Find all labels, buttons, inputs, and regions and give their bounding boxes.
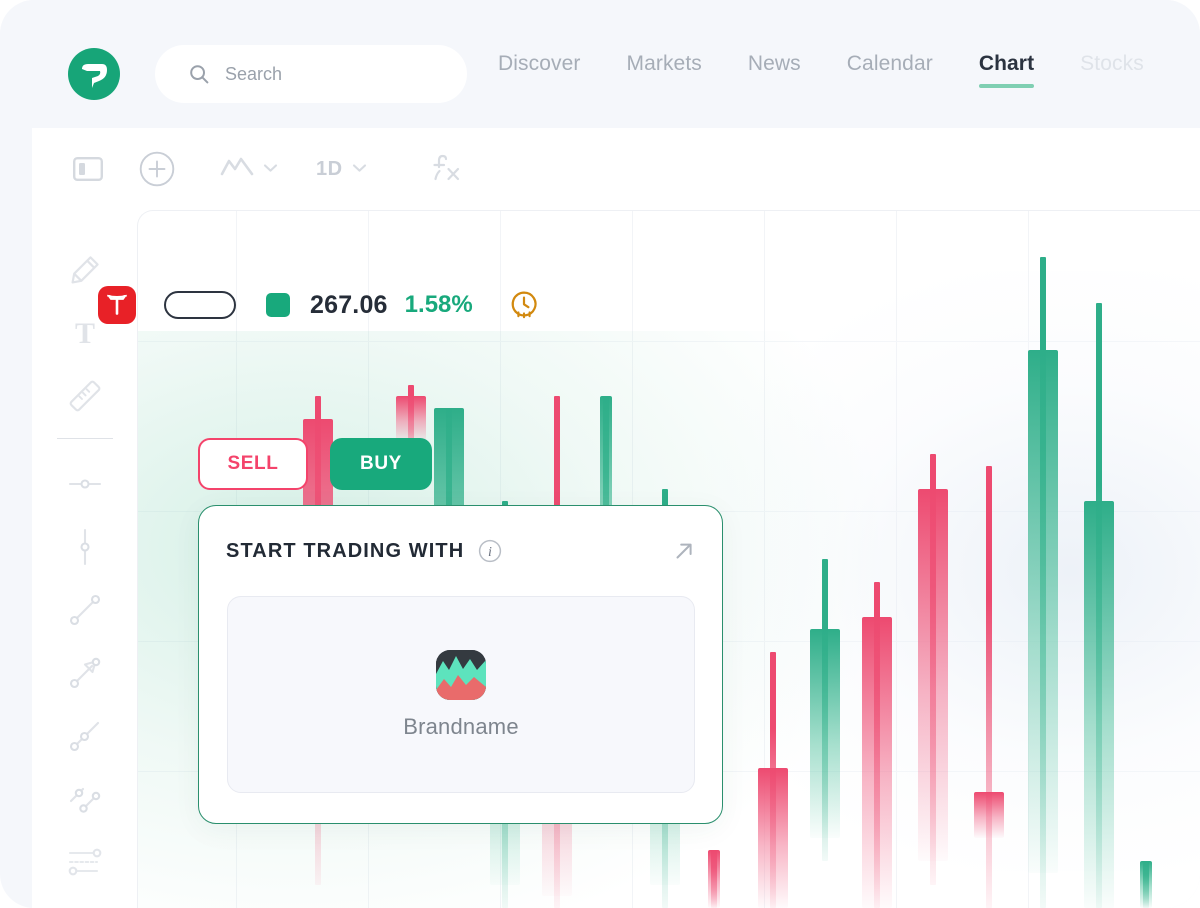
candlestick [1140, 211, 1152, 908]
tesla-logo-icon[interactable] [98, 286, 136, 324]
svg-text:i: i [488, 545, 492, 560]
search-bar[interactable] [155, 45, 467, 103]
candle-body [1084, 500, 1114, 908]
parallel-channel-icon[interactable] [53, 767, 117, 830]
brandname-app-icon [436, 649, 486, 700]
mountain-chart-icon [220, 156, 254, 183]
tool-divider [57, 438, 113, 439]
vertical-line-icon[interactable] [53, 515, 117, 578]
external-link-arrow-icon[interactable] [672, 539, 696, 563]
start-trading-modal: START TRADING WITH i Brandname [198, 505, 723, 824]
candle-body [396, 396, 426, 443]
search-input[interactable] [225, 63, 445, 85]
candlestick [862, 211, 892, 908]
candle-body [1028, 349, 1058, 874]
horizontal-line-icon[interactable] [53, 452, 117, 515]
symbol-pill[interactable] [164, 291, 236, 319]
brand-logo-icon[interactable] [68, 48, 120, 100]
arrow-line-icon[interactable] [53, 641, 117, 704]
chevron-down-icon [352, 160, 367, 178]
panel-layout-icon[interactable] [66, 147, 110, 191]
candlestick [974, 211, 1004, 908]
search-icon [189, 64, 209, 84]
change-percent: 1.58% [404, 291, 473, 318]
brand-name-label: Brandname [403, 713, 519, 739]
brand-option-card[interactable]: Brandname [227, 596, 695, 793]
ruler-icon[interactable] [53, 364, 117, 427]
trend-line-icon[interactable] [53, 578, 117, 641]
chevron-down-icon [263, 160, 278, 178]
candle-body [974, 791, 1004, 839]
candlestick [1028, 211, 1058, 908]
direction-indicator [266, 293, 290, 317]
nav-item-chart[interactable]: Chart [978, 52, 1035, 92]
candle-wick [986, 465, 992, 908]
candlestick [758, 211, 788, 908]
app-window: Discover Markets News Calendar Chart Sto… [0, 0, 1200, 908]
candle-body [708, 849, 720, 908]
candle-body [1140, 861, 1152, 908]
main-nav: Discover Markets News Calendar Chart Sto… [498, 52, 1144, 92]
svg-text:T: T [75, 317, 95, 349]
sell-button[interactable]: SELL [198, 438, 308, 490]
ticker-header: 267.06 1.58% [98, 286, 538, 324]
candle-body [862, 617, 892, 908]
fx-icon[interactable] [429, 153, 463, 185]
chart-toolbar: 1D [32, 128, 1200, 210]
modal-header: START TRADING WITH i [226, 539, 696, 563]
candle-body [758, 768, 788, 908]
info-icon[interactable]: i [478, 539, 502, 563]
market-clock-icon[interactable] [510, 290, 538, 320]
buy-button[interactable]: BUY [330, 438, 432, 490]
sliders-icon[interactable] [53, 830, 117, 893]
nav-item-discover[interactable]: Discover [498, 52, 580, 92]
nav-item-calendar[interactable]: Calendar [847, 52, 933, 92]
ray-line-icon[interactable] [53, 704, 117, 767]
candle-body [810, 628, 840, 839]
nav-item-stocks[interactable]: Stocks [1080, 52, 1144, 92]
nav-item-news[interactable]: News [748, 52, 801, 92]
interval-selector[interactable]: 1D [316, 158, 367, 181]
plus-circle-icon[interactable] [132, 144, 182, 194]
candlestick [918, 211, 948, 908]
top-navigation-bar: Discover Markets News Calendar Chart Sto… [0, 0, 1200, 128]
trade-actions: SELL BUY [198, 438, 432, 490]
chart-application: 1D T 267.06 1.58% SELL BUY START TRADING… [32, 128, 1200, 908]
chart-type-selector[interactable] [220, 156, 278, 183]
candlestick [810, 211, 840, 908]
candle-body [918, 489, 948, 862]
candlestick [1084, 211, 1114, 908]
price-value: 267.06 [310, 290, 388, 319]
modal-title: START TRADING WITH [226, 539, 465, 562]
interval-label: 1D [316, 157, 343, 180]
nav-item-markets[interactable]: Markets [626, 52, 701, 92]
